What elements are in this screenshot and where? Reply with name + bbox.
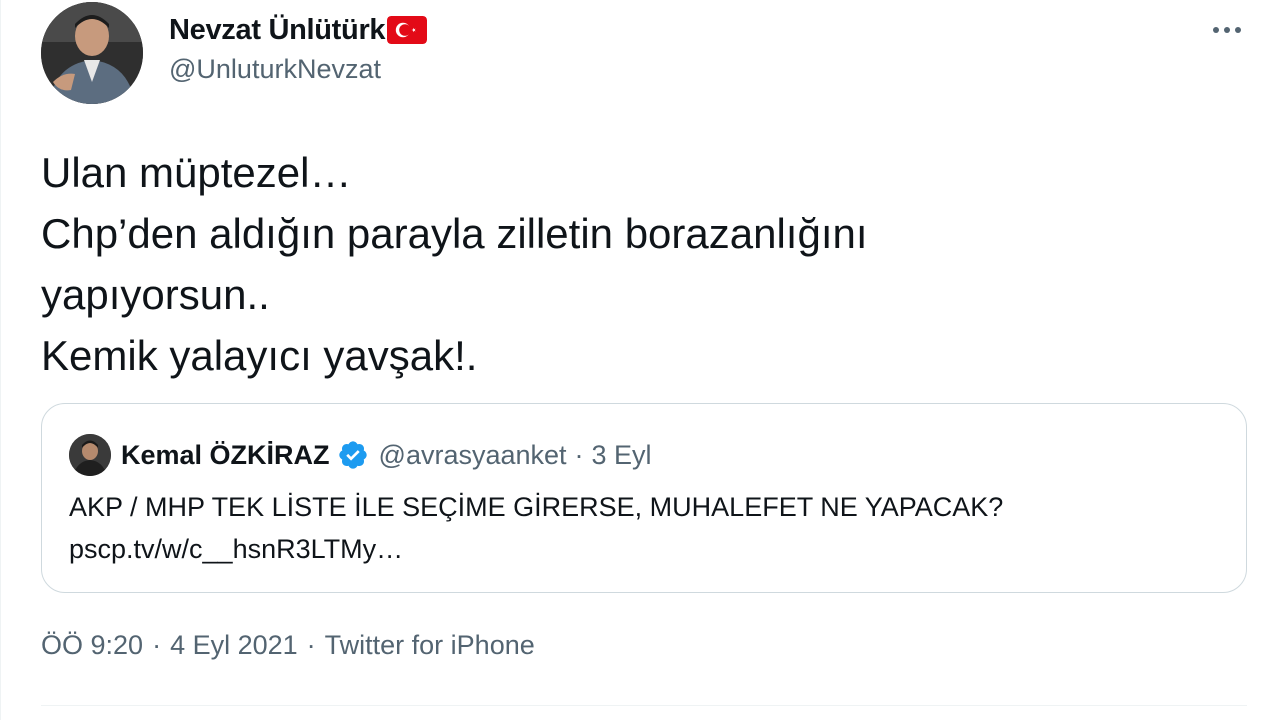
tweet-text-line: Kemik yalayıcı yavşak!. [41,332,478,379]
tweet-source[interactable]: Twitter for iPhone [325,630,535,661]
tweet-text: Ulan müptezel… Chp’den aldığın parayla z… [41,142,1221,386]
author-avatar[interactable] [41,2,143,104]
quoted-tweet-date: 3 Eyl [591,439,652,470]
verified-badge-icon [338,441,367,469]
tweet-date[interactable]: 4 Eyl 2021 [170,630,298,661]
quoted-tweet-text: AKP / MHP TEK LİSTE İLE SEÇİME GİRERSE, … [69,486,1003,570]
turkey-flag-icon [387,16,428,44]
separator-dot: · [306,630,316,660]
quoted-tweet-header: Kemal ÖZKİRAZ @avrasyaanket · 3 Eyl [69,433,652,477]
quoted-author-avatar [69,434,111,476]
separator-dot: · [574,439,584,470]
divider [41,705,1247,706]
tweet-text-line: Ulan müptezel… [41,149,352,196]
tweet-time[interactable]: ÖÖ 9:20 [41,630,143,661]
quoted-tweet-card[interactable]: Kemal ÖZKİRAZ @avrasyaanket · 3 Eyl AKP … [41,403,1247,593]
author-name-row: Nevzat Ünlütürk [169,12,428,48]
tweet-meta: ÖÖ 9:20 · 4 Eyl 2021 · Twitter for iPhon… [41,630,535,661]
tweet-text-line: yapıyorsun.. [41,271,270,318]
quoted-author-handle: @avrasyaanket [378,439,567,470]
author-display-name[interactable]: Nevzat Ünlütürk [169,14,386,47]
quoted-avatar-photo [69,434,111,476]
separator-dot: · [152,630,162,660]
tweet-page: Nevzat Ünlütürk @UnluturkNevzat Ulan müp… [0,0,1280,720]
tweet-text-line: Chp’den aldığın parayla zilletin borazan… [41,210,868,257]
quoted-tweet-body: AKP / MHP TEK LİSTE İLE SEÇİME GİRERSE, … [69,492,1004,522]
quoted-author-name: Kemal ÖZKİRAZ [121,439,330,470]
more-horizontal-icon [1213,27,1241,33]
avatar-photo [41,2,143,104]
author-handle[interactable]: @UnluturkNevzat [169,54,381,85]
quoted-tweet-link[interactable]: pscp.tv/w/c__hsnR3LTMy… [69,528,1003,570]
more-options-button[interactable] [1207,12,1247,48]
